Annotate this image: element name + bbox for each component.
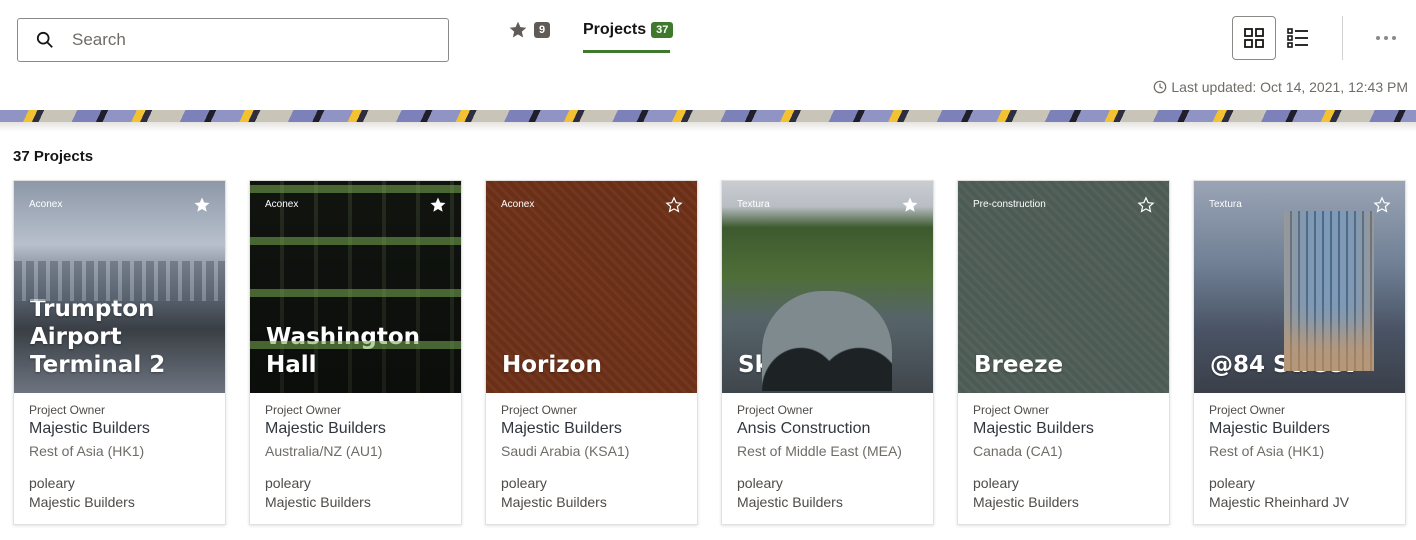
project-user: poleary: [29, 475, 75, 491]
project-owner: Ansis Construction: [737, 420, 871, 437]
owner-label: Project Owner: [1209, 403, 1286, 417]
project-card[interactable]: Aconex Washington Hall Project Owner Maj…: [249, 180, 462, 525]
star-filled-icon[interactable]: [193, 196, 211, 214]
project-region: Canada (CA1): [973, 443, 1063, 459]
project-image: Textura @84 Street: [1194, 181, 1405, 393]
header-banner: [0, 110, 1416, 122]
project-owner: Majestic Builders: [265, 420, 386, 437]
user-company: Majestic Builders: [737, 494, 843, 510]
project-owner: Majestic Builders: [29, 420, 150, 437]
top-bar: 9 Projects 37: [0, 0, 1416, 110]
project-owner: Majestic Builders: [501, 420, 622, 437]
star-filled-icon[interactable]: [901, 196, 919, 214]
star-outline-icon[interactable]: [1137, 196, 1155, 214]
project-source-tag: Textura: [737, 199, 770, 210]
project-source-tag: Pre-construction: [973, 199, 1046, 210]
project-region: Saudi Arabia (KSA1): [501, 443, 630, 459]
project-card[interactable]: Pre-construction Breeze Project Owner Ma…: [957, 180, 1170, 525]
grid-view-button[interactable]: [1232, 16, 1276, 60]
projects-count-heading: 37 Projects: [13, 148, 94, 165]
owner-label: Project Owner: [265, 403, 342, 417]
project-name: Horizon: [502, 352, 602, 378]
star-filled-icon: [509, 21, 527, 38]
project-name: Breeze: [974, 352, 1064, 378]
owner-label: Project Owner: [29, 403, 106, 417]
project-cards: Aconex Trumpton Airport Terminal 2 Proje…: [13, 180, 1406, 525]
tab-favorites[interactable]: 9: [508, 18, 551, 42]
tab-projects-label: Projects: [583, 21, 647, 38]
user-company: Majestic Builders: [265, 494, 371, 510]
user-company: Majestic Rheinhard JV: [1209, 494, 1350, 510]
list-view-button[interactable]: [1276, 16, 1320, 60]
user-company: Majestic Builders: [973, 494, 1079, 510]
project-image: Aconex Washington Hall: [250, 181, 461, 393]
project-owner: Majestic Builders: [973, 420, 1094, 437]
project-source-tag: Aconex: [501, 199, 535, 210]
owner-label: Project Owner: [737, 403, 814, 417]
projects-count-badge: 37: [651, 22, 674, 38]
project-name: Sky: [738, 352, 785, 378]
list-icon: [1287, 28, 1308, 48]
grid-icon: [1244, 28, 1264, 48]
project-owner: Majestic Builders: [1209, 420, 1330, 437]
star-outline-icon[interactable]: [665, 196, 683, 214]
favorites-count-badge: 9: [534, 22, 551, 38]
last-updated-text: Last updated: Oct 14, 2021, 12:43 PM: [1171, 79, 1408, 95]
project-card[interactable]: Textura @84 Street Project Owner Majesti…: [1193, 180, 1406, 525]
project-user: poleary: [1209, 475, 1255, 491]
more-dots-icon: [1376, 36, 1396, 40]
project-region: Rest of Asia (HK1): [29, 443, 145, 459]
owner-label: Project Owner: [973, 403, 1050, 417]
star-filled-icon[interactable]: [429, 196, 447, 214]
project-region: Rest of Asia (HK1): [1209, 443, 1325, 459]
more-options-button[interactable]: [1364, 28, 1408, 48]
search-box[interactable]: [17, 18, 449, 62]
star-outline-icon[interactable]: [1373, 196, 1391, 214]
project-source-tag: Textura: [1209, 199, 1242, 210]
project-user: poleary: [973, 475, 1019, 491]
project-card[interactable]: Aconex Trumpton Airport Terminal 2 Proje…: [13, 180, 226, 525]
project-region: Rest of Middle East (MEA): [737, 443, 902, 459]
search-icon: [36, 31, 53, 48]
clock-icon: [1154, 80, 1167, 94]
project-image: Aconex Horizon: [486, 181, 697, 393]
project-image: Aconex Trumpton Airport Terminal 2: [14, 181, 225, 393]
project-user: poleary: [737, 475, 783, 491]
project-image: Pre-construction Breeze: [958, 181, 1169, 393]
project-name: Trumpton Airport Terminal 2: [30, 296, 166, 378]
project-card[interactable]: Textura Sky Project Owner Ansis Construc…: [721, 180, 934, 525]
project-region: Australia/NZ (AU1): [265, 443, 383, 459]
project-source-tag: Aconex: [29, 199, 63, 210]
active-tab-indicator: [583, 50, 670, 53]
banner-shadow: [0, 122, 1416, 132]
owner-label: Project Owner: [501, 403, 578, 417]
project-name: @84 Street: [1210, 352, 1355, 378]
project-name: Washington Hall: [266, 324, 421, 378]
user-company: Majestic Builders: [501, 494, 607, 510]
user-company: Majestic Builders: [29, 494, 135, 510]
toolbar-divider: [1342, 16, 1343, 60]
tab-projects[interactable]: Projects 37: [583, 19, 674, 55]
project-card[interactable]: Aconex Horizon Project Owner Majestic Bu…: [485, 180, 698, 525]
search-input[interactable]: [72, 30, 412, 50]
project-source-tag: Aconex: [265, 199, 299, 210]
last-updated: Last updated: Oct 14, 2021, 12:43 PM: [1153, 79, 1408, 95]
project-image: Textura Sky: [722, 181, 933, 393]
project-user: poleary: [265, 475, 311, 491]
project-user: poleary: [501, 475, 547, 491]
